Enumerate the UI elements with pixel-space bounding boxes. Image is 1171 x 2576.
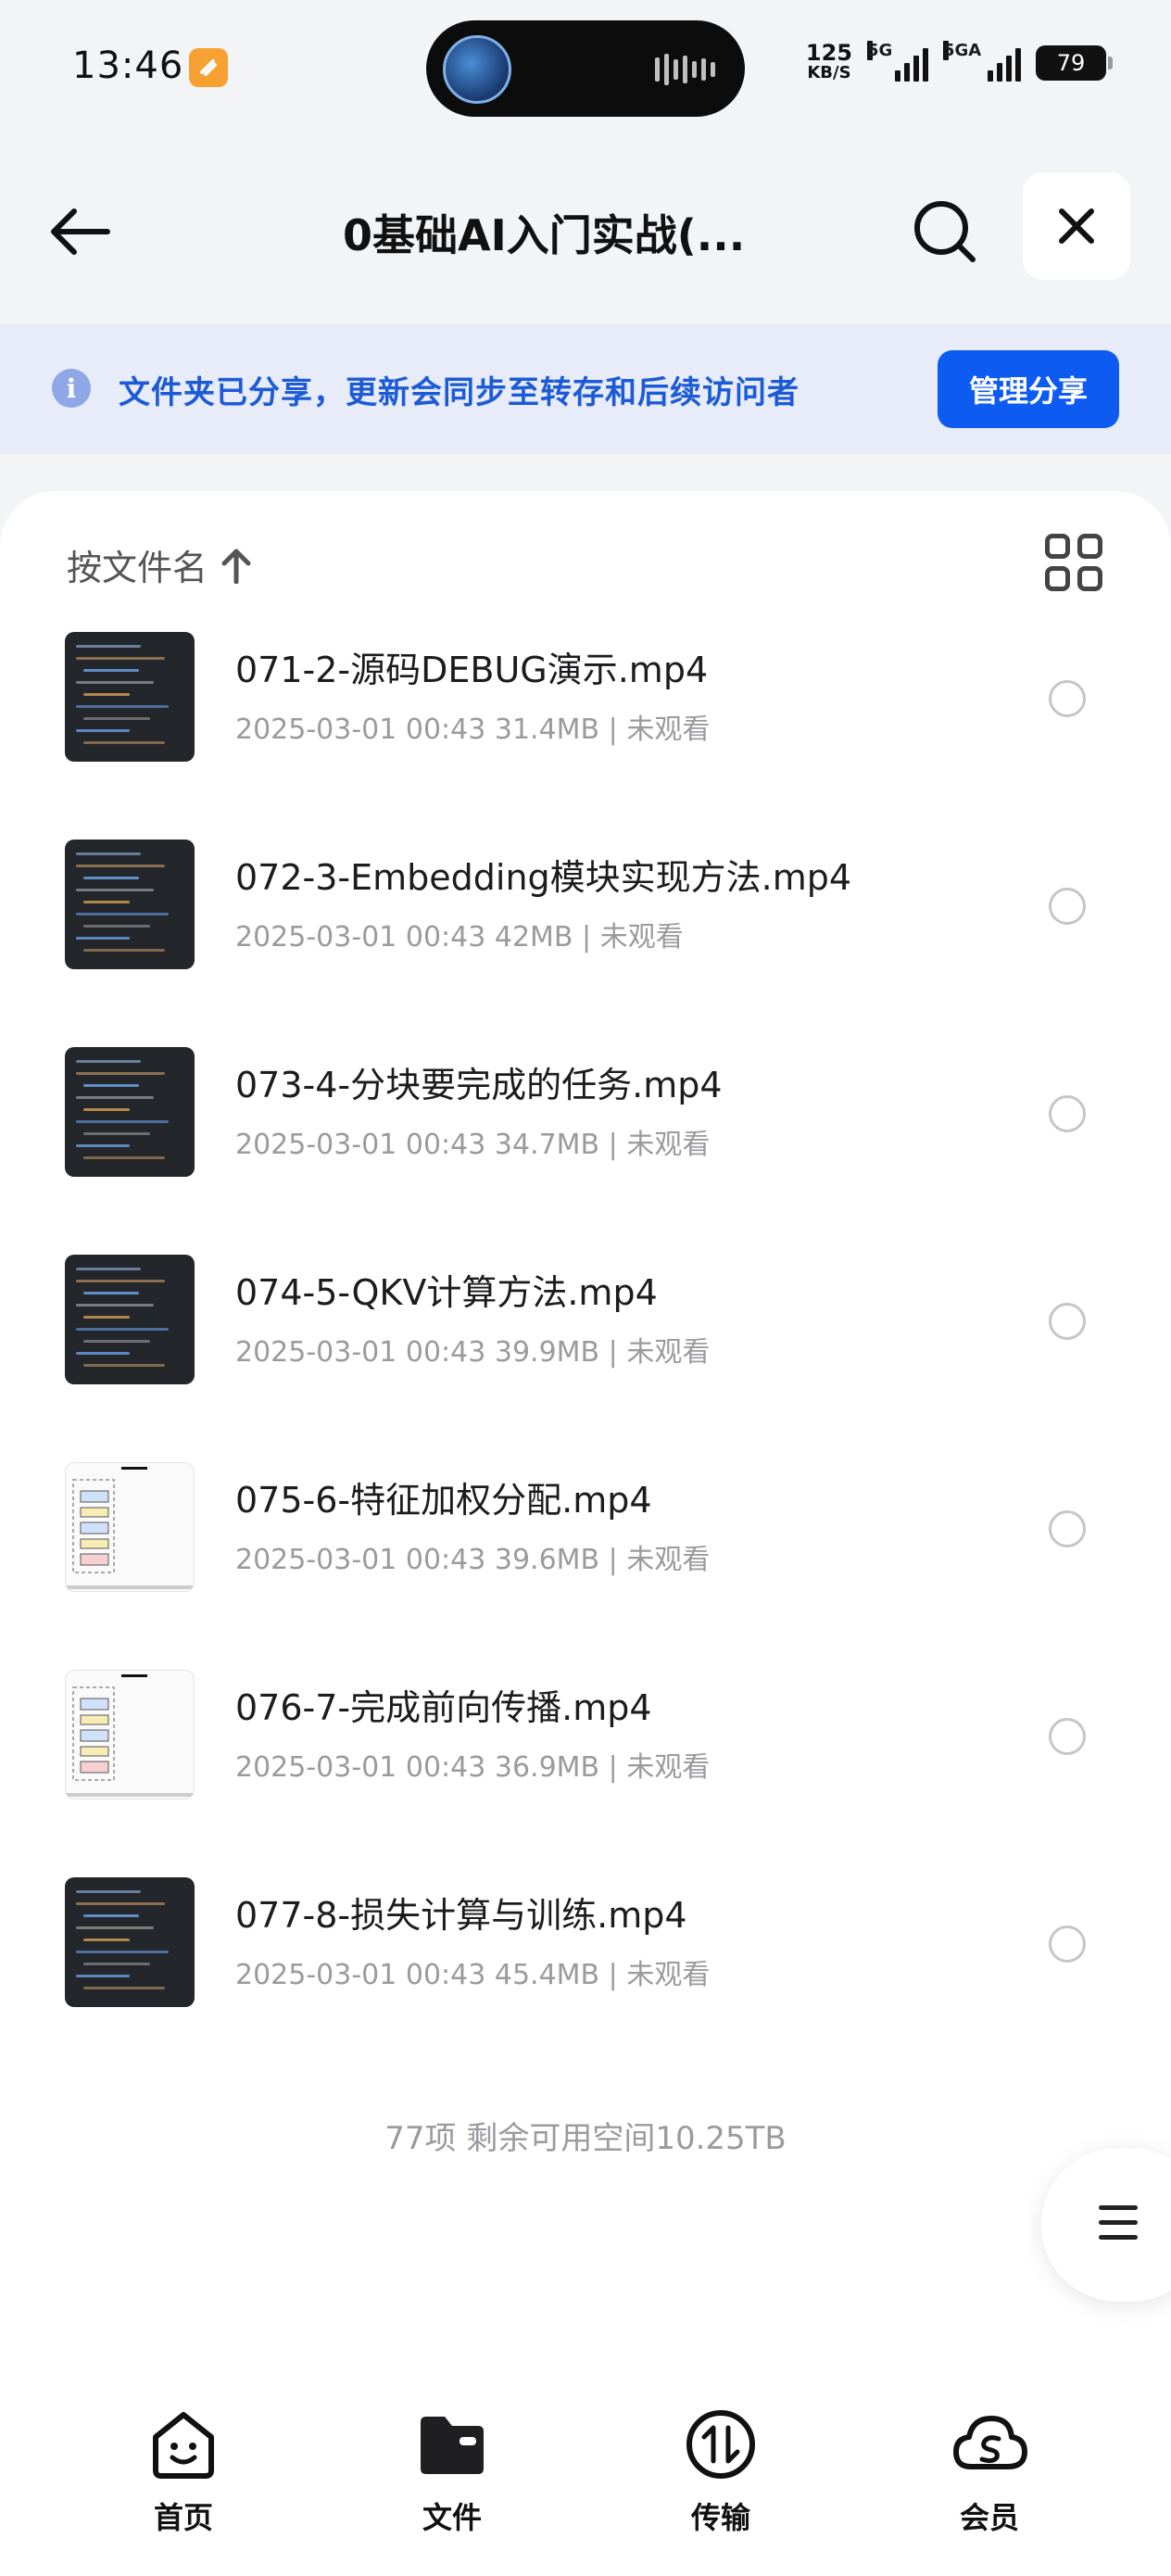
arrow-up-icon xyxy=(221,549,251,584)
file-name: 076-7-完成前向传播.mp4 xyxy=(235,1687,652,1728)
bottom-nav: 首页 文件 传输 会员 xyxy=(0,2354,1171,2576)
file-meta: 2025-03-01 00:43 36.9MB | 未观看 xyxy=(235,1751,711,1784)
page-title: 0基础AI入门实战(... xyxy=(343,210,746,260)
folder-icon xyxy=(421,2417,484,2474)
close-button[interactable] xyxy=(1023,172,1130,280)
transfer-icon xyxy=(686,2410,755,2479)
close-icon xyxy=(1059,208,1094,244)
search-button[interactable] xyxy=(908,195,982,269)
sort-by-name-button[interactable]: 按文件名 xyxy=(67,539,252,590)
avatar xyxy=(443,35,511,104)
select-radio[interactable] xyxy=(1049,1510,1086,1547)
file-name: 073-4-分块要完成的任务.mp4 xyxy=(235,1065,723,1105)
share-notice-banner: i 文件夹已分享，更新会同步至转存和后续访问者 管理分享 xyxy=(0,324,1171,454)
vip-cloud-icon xyxy=(953,2416,1027,2469)
home-icon xyxy=(153,2412,214,2479)
select-radio[interactable] xyxy=(1049,1095,1086,1132)
nav-files[interactable]: 文件 xyxy=(378,2406,526,2537)
video-thumbnail xyxy=(65,1877,195,2007)
menu-icon xyxy=(1099,2205,1138,2250)
storage-summary: 77项 剩余可用空间10.25TB xyxy=(384,2120,787,2157)
file-row[interactable]: 075-6-特征加权分配.mp4 2025-03-01 00:43 39.6MB … xyxy=(0,1427,1171,1635)
file-row[interactable]: 077-8-损失计算与训练.mp4 2025-03-01 00:43 45.4MB… xyxy=(0,1842,1171,2050)
video-thumbnail xyxy=(65,840,195,969)
nav-label: 首页 xyxy=(153,2500,213,2535)
top-bar: 0基础AI入门实战(... xyxy=(0,158,1171,297)
network-speed: 125 KB/S xyxy=(805,40,852,82)
nav-transfer[interactable]: 传输 xyxy=(647,2406,795,2537)
file-name: 075-6-特征加权分配.mp4 xyxy=(235,1480,652,1521)
file-list: 071-2-源码DEBUG演示.mp4 2025-03-01 00:43 31.4… xyxy=(0,632,1171,2050)
nav-label: 传输 xyxy=(690,2500,750,2535)
nav-home[interactable]: 首页 xyxy=(109,2406,258,2537)
file-panel: 按文件名 071-2-源码DEBUG演示.mp4 2025-03-01 00:43… xyxy=(0,491,1171,2354)
nav-label: 文件 xyxy=(422,2500,482,2535)
file-meta: 2025-03-01 00:43 45.4MB | 未观看 xyxy=(235,1959,711,1991)
arrow-left-icon xyxy=(51,208,110,255)
file-meta: 2025-03-01 00:43 39.6MB | 未观看 xyxy=(235,1544,711,1576)
nav-label: 会员 xyxy=(959,2500,1019,2535)
file-meta: 2025-03-01 00:43 34.7MB | 未观看 xyxy=(235,1129,711,1161)
status-time: 13:46 xyxy=(72,44,184,87)
signal-5ga-icon: 5GA xyxy=(943,41,1021,82)
file-row[interactable]: 072-3-Embedding模块实现方法.mp4 2025-03-01 00:4… xyxy=(0,804,1171,1012)
grid-view-button[interactable] xyxy=(1045,534,1102,591)
file-meta: 2025-03-01 00:43 31.4MB | 未观看 xyxy=(235,713,711,746)
grid-icon xyxy=(1045,534,1070,559)
search-icon xyxy=(914,201,976,262)
battery-icon: 79 xyxy=(1036,45,1113,81)
share-notice-text: 文件夹已分享，更新会同步至转存和后续访问者 xyxy=(119,374,800,411)
select-radio[interactable] xyxy=(1049,1303,1086,1340)
video-thumbnail xyxy=(65,632,195,762)
file-row[interactable]: 071-2-源码DEBUG演示.mp4 2025-03-01 00:43 31.4… xyxy=(0,632,1171,804)
file-meta: 2025-03-01 00:43 39.9MB | 未观看 xyxy=(235,1336,711,1369)
back-button[interactable] xyxy=(46,195,130,269)
nav-vip[interactable]: 会员 xyxy=(915,2406,1064,2537)
file-name: 072-3-Embedding模块实现方法.mp4 xyxy=(235,857,852,898)
video-thumbnail xyxy=(65,1047,195,1177)
status-bar: 13:46 125 KB/S 5G 5GA 79 xyxy=(0,0,1171,139)
audio-wave-icon xyxy=(655,54,715,85)
select-radio[interactable] xyxy=(1049,888,1086,925)
app-notification-icon xyxy=(189,48,228,87)
select-radio[interactable] xyxy=(1049,1926,1086,1963)
file-name: 077-8-损失计算与训练.mp4 xyxy=(235,1895,687,1936)
video-thumbnail xyxy=(65,1462,195,1592)
select-radio[interactable] xyxy=(1049,680,1086,717)
file-name: 071-2-源码DEBUG演示.mp4 xyxy=(235,650,709,690)
signal-5g-icon: 5G xyxy=(867,41,928,82)
video-thumbnail xyxy=(65,1255,195,1384)
file-meta: 2025-03-01 00:43 42MB | 未观看 xyxy=(235,921,684,953)
select-radio[interactable] xyxy=(1049,1718,1086,1755)
file-row[interactable]: 074-5-QKV计算方法.mp4 2025-03-01 00:43 39.9MB… xyxy=(0,1219,1171,1427)
file-row[interactable]: 073-4-分块要完成的任务.mp4 2025-03-01 00:43 34.7M… xyxy=(0,1012,1171,1219)
file-row[interactable]: 076-7-完成前向传播.mp4 2025-03-01 00:43 36.9MB … xyxy=(0,1635,1171,1842)
manage-share-button[interactable]: 管理分享 xyxy=(938,350,1119,428)
info-icon: i xyxy=(52,369,91,408)
file-name: 074-5-QKV计算方法.mp4 xyxy=(235,1272,658,1313)
sort-label: 按文件名 xyxy=(67,548,208,588)
video-thumbnail xyxy=(65,1670,195,1799)
dynamic-island[interactable] xyxy=(426,20,745,117)
